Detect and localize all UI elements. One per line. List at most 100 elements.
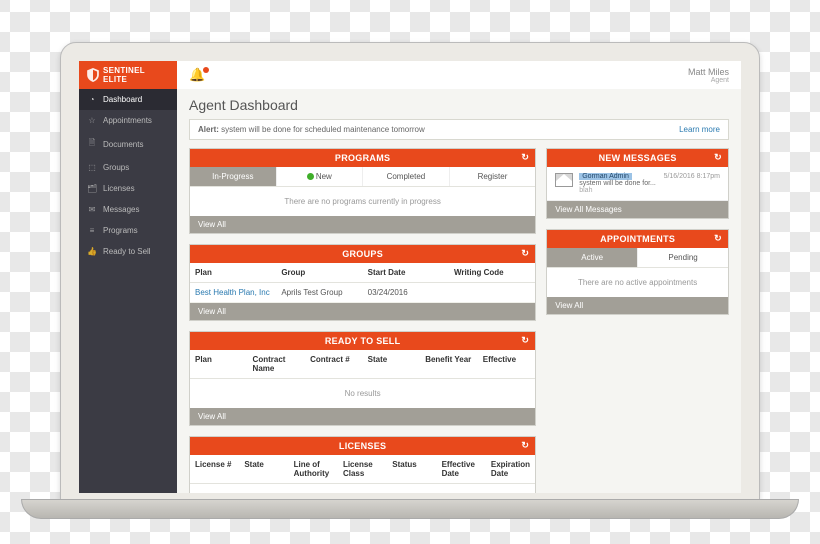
nav-dashboard[interactable]: ◔ Dashboard	[79, 89, 177, 110]
licenses-icon: 🗂	[87, 184, 97, 193]
messages-view-all[interactable]: View All Messages	[547, 201, 728, 218]
ready-panel: READY TO SELL ↻ Plan Contract Name Contra…	[189, 331, 536, 426]
ready-view-all[interactable]: View All	[190, 408, 535, 425]
lic-th: Effective Date	[437, 455, 486, 483]
table-row: Best Health Plan, Inc Aprils Test Group …	[190, 283, 535, 303]
shield-icon	[87, 68, 99, 82]
messages-title: NEW MESSAGES	[599, 153, 677, 163]
alert-prefix: Alert:	[198, 125, 219, 134]
groups-th-code: Writing Code	[449, 263, 535, 282]
nav-label: Programs	[103, 226, 138, 235]
dashboard-icon: ◔	[87, 95, 97, 104]
ready-th: Effective	[478, 350, 536, 378]
user-menu[interactable]: Matt Miles Agent	[688, 67, 729, 84]
messages-panel: NEW MESSAGES ↻ Gorman Admin 5/16/2016 8:1…	[546, 148, 729, 219]
brand-text: SENTINEL ELITE	[103, 66, 169, 84]
group-cell: 03/24/2016	[363, 283, 449, 302]
nav-label: Ready to Sell	[103, 247, 151, 256]
tab-completed[interactable]: Completed	[363, 167, 450, 186]
topbar: SENTINEL ELITE 🔔 Matt Miles Agent	[79, 61, 741, 89]
licenses-title: LICENSES	[339, 441, 386, 451]
programs-view-all[interactable]: View All	[190, 216, 535, 233]
lic-th: Status	[387, 455, 436, 483]
programs-empty: There are no programs currently in progr…	[190, 187, 535, 216]
nav-label: Messages	[103, 205, 139, 214]
nav-label: Licenses	[103, 184, 135, 193]
tab-active[interactable]: Active	[547, 248, 638, 267]
notification-bell-icon[interactable]: 🔔	[189, 67, 205, 83]
user-role: Agent	[711, 77, 729, 84]
documents-icon: 🗎	[87, 137, 97, 151]
page-title: Agent Dashboard	[189, 97, 729, 113]
sidebar: ◔ Dashboard ☆Appointments 🗎 Documents ⬚ Gro…	[79, 89, 177, 493]
alert-banner: Alert: system will be done for scheduled…	[189, 119, 729, 140]
main-content: Agent Dashboard Alert: system will be do…	[177, 89, 741, 493]
reload-icon[interactable]: ↻	[521, 335, 529, 346]
reload-icon[interactable]: ↻	[521, 248, 529, 259]
ready-th: State	[363, 350, 421, 378]
message-snippet: blah	[579, 187, 720, 194]
lic-th: Expiration Date	[486, 455, 535, 483]
groups-th-plan: Plan	[190, 263, 276, 282]
new-indicator-icon	[307, 173, 314, 180]
brand-logo[interactable]: SENTINEL ELITE	[79, 61, 177, 89]
messages-icon: ✉	[87, 205, 97, 214]
ready-th: Benefit Year	[420, 350, 478, 378]
groups-view-all[interactable]: View All	[190, 303, 535, 320]
nav-label: Appointments	[103, 116, 152, 125]
nav-label: Dashboard	[103, 95, 142, 104]
nav-documents[interactable]: 🗎 Documents	[79, 131, 177, 157]
programs-title: PROGRAMS	[335, 153, 390, 163]
nav-ready-to-sell[interactable]: 👍 Ready to Sell	[79, 241, 177, 262]
appointments-empty: There are no active appointments	[547, 268, 728, 297]
licenses-panel: LICENSES↻ License # State Line of Author…	[189, 436, 536, 493]
lic-th: Line of Authority	[289, 455, 338, 483]
reload-icon[interactable]: ↻	[521, 152, 529, 163]
group-cell	[449, 283, 535, 302]
message-subject: system will be done for...	[579, 180, 720, 187]
tab-in-progress[interactable]: In-Progress	[190, 167, 277, 186]
alert-text: system will be done for scheduled mainte…	[219, 125, 425, 134]
groups-icon: ⬚	[87, 163, 97, 172]
reload-icon[interactable]: ↻	[714, 152, 722, 163]
nav-licenses[interactable]: 🗂 Licenses	[79, 178, 177, 199]
programs-icon: ≡	[87, 226, 97, 235]
reload-icon[interactable]: ↻	[714, 233, 722, 244]
envelope-icon	[555, 173, 573, 187]
nav-label: Groups	[103, 163, 129, 172]
message-item[interactable]: Gorman Admin 5/16/2016 8:17pm system wil…	[547, 167, 728, 201]
licenses-empty: No results	[190, 484, 535, 493]
groups-th-group: Group	[276, 263, 362, 282]
nav-label: Documents	[103, 140, 143, 149]
laptop-frame: SENTINEL ELITE 🔔 Matt Miles Agent ◔ Dashb…	[60, 42, 760, 502]
ready-title: READY TO SELL	[325, 336, 401, 346]
nav-programs[interactable]: ≡ Programs	[79, 220, 177, 241]
ready-icon: 👍	[87, 247, 97, 256]
appointments-panel: APPOINTMENTS ↻ Active Pending There are n…	[546, 229, 729, 315]
ready-th: Contract #	[305, 350, 363, 378]
notification-badge	[203, 67, 209, 73]
lic-th: License Class	[338, 455, 387, 483]
groups-th-start: Start Date	[363, 263, 449, 282]
group-cell: Aprils Test Group	[276, 283, 362, 302]
appointments-title: APPOINTMENTS	[600, 234, 675, 244]
tab-register[interactable]: Register	[450, 167, 536, 186]
group-plan-link[interactable]: Best Health Plan, Inc	[195, 288, 270, 297]
message-date: 5/16/2016 8:17pm	[664, 173, 720, 180]
ready-th: Plan	[190, 350, 248, 378]
ready-th: Contract Name	[248, 350, 306, 378]
tab-new[interactable]: New	[277, 167, 364, 186]
user-name: Matt Miles	[688, 67, 729, 77]
ready-empty: No results	[190, 379, 535, 408]
appointments-view-all[interactable]: View All	[547, 297, 728, 314]
nav-groups[interactable]: ⬚ Groups	[79, 157, 177, 178]
reload-icon[interactable]: ↻	[521, 440, 529, 451]
lic-th: License #	[190, 455, 239, 483]
nav-appointments[interactable]: ☆Appointments	[79, 110, 177, 131]
alert-learn-more-link[interactable]: Learn more	[679, 125, 720, 134]
nav-messages[interactable]: ✉ Messages	[79, 199, 177, 220]
programs-panel: PROGRAMS ↻ In-Progress New Completed Regi…	[189, 148, 536, 234]
groups-panel: GROUPS↻ Plan Group Start Date Writing Co…	[189, 244, 536, 321]
screen: SENTINEL ELITE 🔔 Matt Miles Agent ◔ Dashb…	[79, 61, 741, 493]
tab-pending[interactable]: Pending	[638, 248, 728, 267]
